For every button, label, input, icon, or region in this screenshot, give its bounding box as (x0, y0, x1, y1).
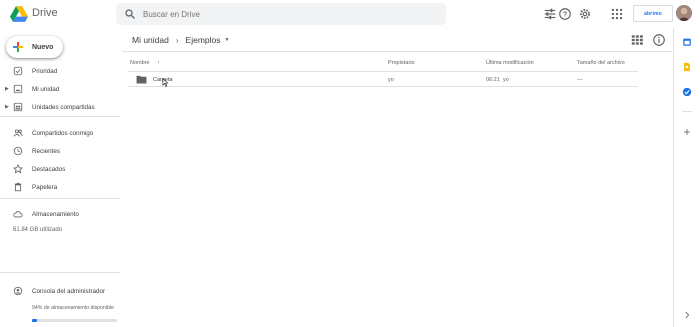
star-icon (13, 164, 23, 174)
add-icon[interactable] (682, 127, 692, 137)
column-header-name[interactable]: Nombre ↑ (130, 60, 160, 66)
check-circle-icon (13, 66, 23, 76)
storage-progress-bar (32, 319, 117, 322)
brand-text: abrimo (644, 10, 662, 17)
new-button[interactable]: Nuevo (6, 36, 63, 58)
drive-logo-icon[interactable] (10, 6, 28, 22)
sidebar-item-shared-with-me[interactable]: Compartidos conmigo (0, 126, 120, 140)
my-drive-icon (13, 84, 23, 94)
file-owner: yo (388, 77, 394, 83)
storage-progress-fill (32, 319, 38, 322)
sidebar-divider (0, 272, 120, 273)
admin-console-label: Consola del administrador (32, 287, 106, 295)
calendar-icon[interactable] (682, 37, 692, 47)
settings-icon[interactable] (578, 7, 592, 21)
people-icon (13, 129, 23, 137)
sidebar-item-label: Papelera (32, 183, 58, 191)
avatar[interactable] (676, 5, 692, 21)
sidebar-item-label: Compartidos conmigo (32, 129, 94, 137)
search-bar[interactable] (116, 3, 556, 25)
chevron-right-icon[interactable] (682, 310, 692, 320)
storage-used-text: 61.84 GB utilizado (13, 227, 63, 233)
user-avatar-icon (676, 5, 692, 21)
cloud-icon (13, 211, 23, 218)
trash-icon (14, 182, 22, 192)
new-button-label: Nuevo (32, 43, 54, 51)
sidebar-item-label: Prioridad (32, 67, 58, 75)
sidebar-item-label: Mi unidad (32, 85, 60, 93)
file-size: — (577, 77, 583, 83)
chevron-down-icon[interactable]: ▼ (225, 37, 230, 43)
apps-grid-icon[interactable] (610, 7, 624, 21)
grid-view-icon[interactable] (630, 33, 644, 47)
sidebar-item-priority[interactable]: Prioridad (0, 64, 120, 78)
column-header-size[interactable]: Tamaño del archivo (577, 60, 625, 66)
plus-icon (13, 42, 23, 52)
sidebar-divider (0, 116, 120, 117)
clock-icon (13, 146, 23, 156)
sidebar: Nuevo Prioridad ▶ Mi unidad ▶ Unidades c… (0, 28, 122, 327)
breadcrumb: Mi unidad › Ejemplos ▼ (132, 33, 229, 47)
mouse-cursor-icon (162, 78, 169, 87)
main-content: Mi unidad › Ejemplos ▼ Nombre ↑ Propieta… (122, 28, 672, 327)
sidebar-item-shared-drives[interactable]: ▶ Unidades compartidas (0, 100, 120, 114)
breadcrumb-current[interactable]: Ejemplos (186, 35, 221, 45)
sidebar-item-admin-console[interactable]: Consola del administrador (0, 284, 120, 298)
column-header-name-label: Nombre (130, 60, 150, 66)
file-modified-by: yo (503, 77, 509, 83)
table-row[interactable]: Carpeta yo 06:21 yo — (128, 71, 638, 87)
folder-icon (136, 75, 147, 84)
app-title[interactable]: Drive (32, 7, 58, 19)
keep-icon[interactable] (682, 62, 692, 72)
arrow-up-icon[interactable]: ↑ (157, 60, 160, 66)
sidebar-item-recent[interactable]: Recientes (0, 144, 120, 158)
svg-text:?: ? (563, 12, 567, 19)
column-header-modified[interactable]: Última modificación (486, 60, 534, 66)
tasks-icon[interactable] (682, 87, 692, 97)
sidebar-item-trash[interactable]: Papelera (0, 180, 120, 194)
storage-available-text: 94% de almacenamiento disponible (32, 305, 114, 311)
top-bar: Drive ? abrimo (0, 0, 700, 28)
expand-arrow-icon[interactable]: ▶ (5, 86, 9, 92)
sidebar-item-label: Unidades compartidas (32, 103, 95, 111)
side-panel (673, 28, 700, 327)
search-icon[interactable] (124, 8, 136, 20)
sidebar-item-my-drive[interactable]: ▶ Mi unidad (0, 82, 120, 96)
sidebar-item-starred[interactable]: Destacados (0, 162, 120, 176)
sidebar-item-storage[interactable]: Almacenamiento (0, 207, 120, 221)
sidebar-item-label: Recientes (32, 147, 61, 155)
file-modified-time: 06:21 (486, 77, 500, 83)
expand-arrow-icon[interactable]: ▶ (5, 104, 9, 110)
header-divider (122, 51, 672, 52)
sidebar-item-label: Almacenamiento (32, 210, 79, 218)
info-icon[interactable] (652, 33, 666, 47)
shared-drives-icon (13, 102, 23, 112)
organization-logo[interactable]: abrimo (633, 5, 673, 22)
sidebar-divider (0, 198, 120, 199)
admin-console-icon (13, 286, 23, 296)
sidebar-item-label: Destacados (32, 165, 66, 173)
chevron-right-icon: › (175, 35, 179, 45)
help-icon[interactable]: ? (558, 7, 572, 21)
rail-divider (682, 111, 692, 112)
search-input[interactable] (143, 6, 413, 22)
breadcrumb-root[interactable]: Mi unidad (132, 35, 169, 45)
search-options-icon[interactable] (543, 7, 557, 21)
column-header-owner[interactable]: Propietario (388, 60, 415, 66)
